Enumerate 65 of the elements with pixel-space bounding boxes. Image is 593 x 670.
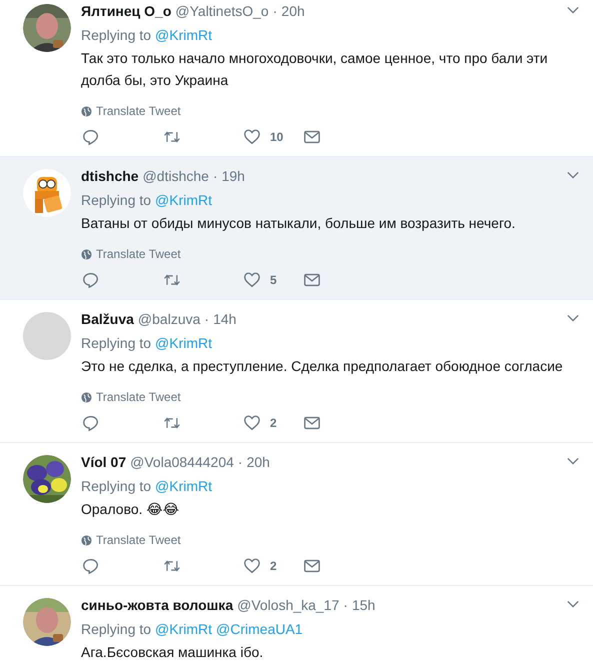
mail-icon[interactable]	[303, 414, 321, 432]
globe-icon	[81, 106, 92, 116]
heart-icon[interactable]	[243, 414, 261, 432]
replying-label: Replying to	[81, 620, 152, 639]
user-name[interactable]: синьо-жовта волошка	[81, 595, 234, 615]
user-handle[interactable]: @dtishche	[142, 166, 209, 186]
tweet-text: Ага.Бєсовская машинка ібо.	[81, 643, 264, 662]
user-name[interactable]: Balžuva	[81, 309, 134, 329]
like-count: 2	[270, 559, 277, 573]
heart-icon[interactable]	[243, 557, 261, 575]
separator-dot: ·	[204, 310, 210, 329]
timestamp[interactable]: 15h	[352, 595, 376, 615]
mention-link[interactable]: @KrimRt	[155, 619, 212, 639]
translate-link[interactable]: Translate Tweet	[96, 390, 181, 404]
separator-dot: ·	[238, 453, 243, 472]
reply-icon[interactable]	[82, 557, 100, 575]
separator-dot: ·	[212, 167, 218, 186]
reply-icon[interactable]	[82, 414, 100, 432]
replying-label: Replying to	[81, 26, 152, 45]
translate-link[interactable]: Translate Tweet	[96, 247, 181, 261]
caret-icon[interactable]	[567, 314, 579, 322]
mention-link[interactable]: @KrimRt	[155, 25, 212, 45]
timestamp[interactable]: 14h	[213, 309, 236, 329]
timestamp[interactable]: 20h	[281, 1, 305, 21]
caret-icon[interactable]	[567, 457, 579, 465]
caret-icon[interactable]	[567, 6, 579, 14]
mail-icon[interactable]	[303, 128, 321, 146]
translate-link[interactable]: Translate Tweet	[96, 533, 181, 547]
like-count: 2	[270, 416, 277, 430]
like-count: 10	[270, 130, 284, 144]
heart-icon[interactable]	[243, 271, 261, 289]
mention-link[interactable]: @KrimRt	[155, 190, 212, 210]
tweet-text: Ватаны от обиды минусов натыкали, больше им возразить нечего.	[81, 214, 516, 233]
user-handle[interactable]: @balzuva	[138, 309, 200, 329]
user-handle[interactable]: @YaltinetsO_o	[175, 1, 269, 21]
like-count: 5	[270, 273, 277, 287]
user-handle[interactable]: @Volosh_ka_17	[237, 595, 340, 615]
globe-icon	[81, 392, 92, 402]
caret-icon[interactable]	[567, 171, 579, 179]
heart-icon[interactable]	[243, 128, 261, 146]
mention-link[interactable]: @KrimRt	[155, 476, 212, 496]
translate-link[interactable]: Translate Tweet	[96, 104, 181, 118]
replying-label: Replying to	[81, 477, 152, 496]
mail-icon[interactable]	[303, 271, 321, 289]
tweet-text: Оралово. 😂😂	[81, 500, 180, 519]
mention-link[interactable]: @CrimeaUA1	[216, 619, 303, 639]
replying-label: Replying to	[81, 191, 152, 210]
user-name[interactable]: dtishche	[81, 166, 139, 186]
mail-icon[interactable]	[303, 557, 321, 575]
separator-dot: ·	[343, 596, 348, 615]
timestamp[interactable]: 20h	[246, 452, 270, 472]
user-name[interactable]: Víol 07	[81, 452, 126, 472]
tweet-text: Это не сделка, а преступление. Сделка предполагает обоюдное согласие	[81, 357, 564, 376]
globe-icon	[81, 248, 92, 260]
reply-icon[interactable]	[82, 128, 100, 146]
tweet-text: Так это только начало многоходовочки, самое ценное, что про бали эти долба бы, это Украина	[81, 49, 549, 90]
timestamp[interactable]: 19h	[222, 166, 245, 186]
replying-label: Replying to	[81, 334, 152, 353]
globe-icon	[81, 534, 92, 546]
user-handle[interactable]: @Vola08444204	[130, 452, 234, 472]
reply-icon[interactable]	[82, 271, 100, 289]
user-name[interactable]: Ялтинец О_о	[81, 1, 172, 21]
mention-link[interactable]: @KrimRt	[155, 333, 212, 353]
separator-dot: ·	[272, 2, 278, 21]
caret-icon[interactable]	[567, 600, 579, 608]
